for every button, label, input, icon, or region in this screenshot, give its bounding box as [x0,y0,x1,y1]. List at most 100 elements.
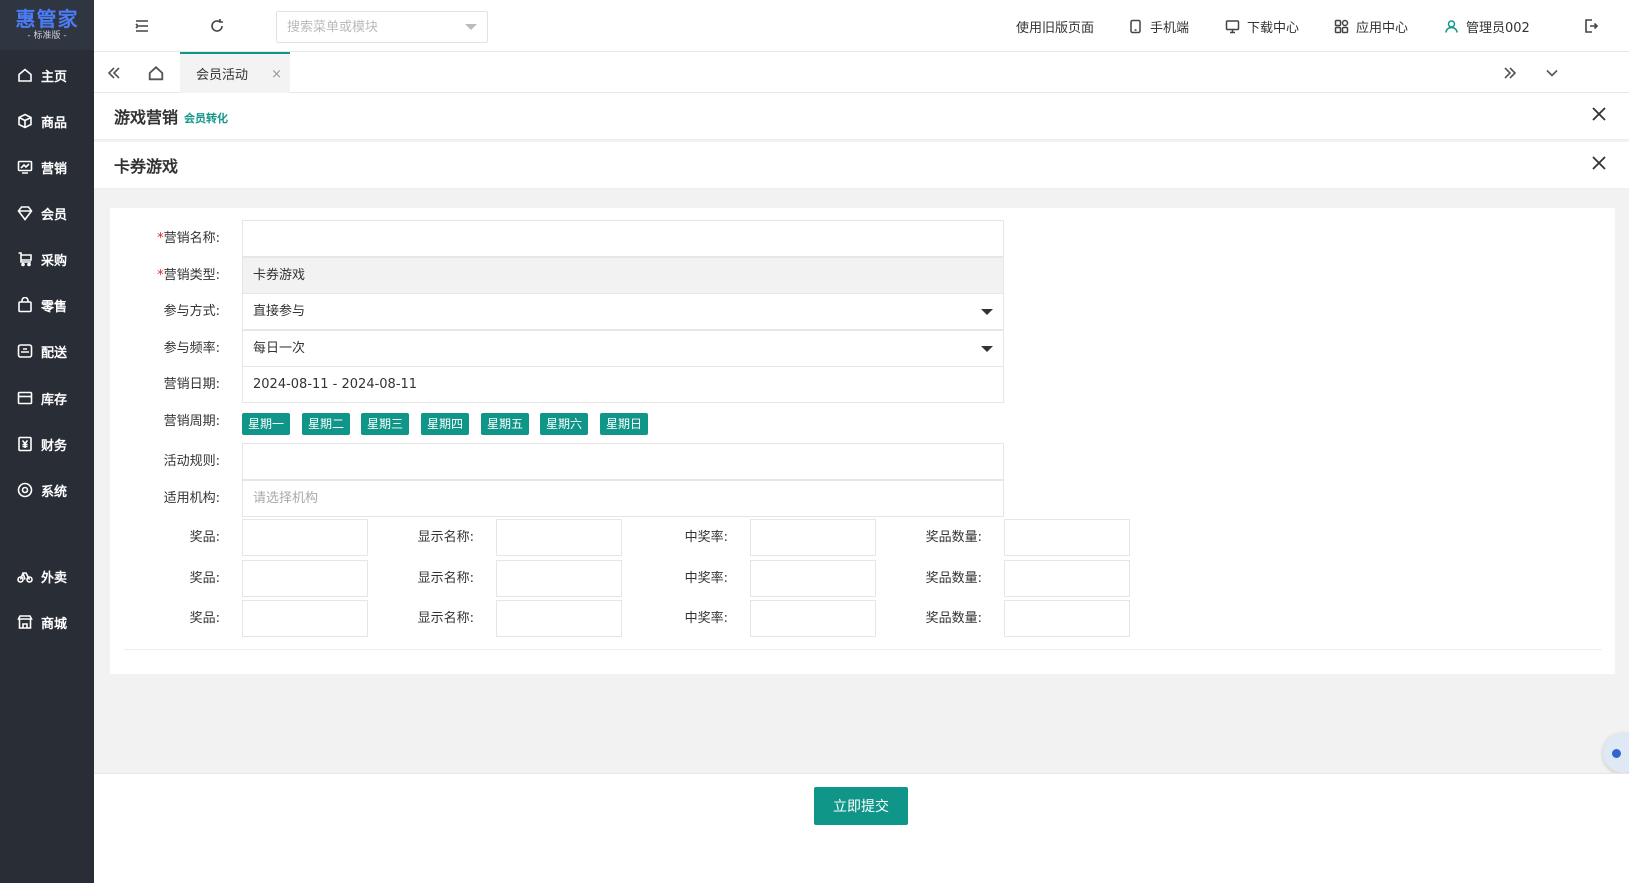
win-rate-label: 中奖率: [684,611,728,626]
old-version-link[interactable]: 使用旧版页面 [1016,17,1094,36]
sidebar-item-marketing[interactable]: 营销 [0,147,94,187]
prize-quantity-input[interactable] [1004,600,1130,637]
day-tag-sunday[interactable]: 星期日 [600,413,649,435]
day-tag-tuesday[interactable]: 星期二 [302,413,351,435]
org-label: 适用机构: [163,491,220,506]
prize-quantity-label: 奖品数量: [925,530,982,545]
tabs-scroll-left-icon[interactable] [94,52,134,93]
sidebar-item-label: 外卖 [41,570,68,586]
display-name-input[interactable] [496,519,622,556]
mobile-link[interactable]: 手机端 [1128,17,1189,36]
participation-mode-select[interactable]: 直接参与 [242,293,1004,330]
day-tag-wednesday[interactable]: 星期三 [361,413,410,435]
sidebar-item-takeout[interactable]: 外卖 [0,556,94,596]
download-center-link[interactable]: 下载中心 [1225,17,1300,36]
day-tag-saturday[interactable]: 星期六 [540,413,589,435]
display-name-input[interactable] [496,600,622,637]
sidebar-item-home[interactable]: 主页 [0,55,94,95]
sidebar-item-delivery[interactable]: 配送 [0,331,94,371]
name-label-text: 营销名称: [163,231,220,246]
sidebar-item-mall[interactable]: 商城 [0,602,94,642]
box-icon [18,113,32,129]
diamond-icon [17,206,33,221]
footer-bar: 立即提交 [94,773,1629,883]
sidebar-item-member[interactable]: 会员 [0,193,94,233]
prize-quantity-label: 奖品数量: [925,571,982,586]
sidebar-item-finance[interactable]: 财务 [0,424,94,464]
assistant-icon [1612,749,1621,758]
win-rate-input[interactable] [750,519,876,556]
close-icon[interactable] [1591,106,1609,124]
frequency-label: 参与频率: [163,341,220,356]
sidebar-item-goods[interactable]: 商品 [0,101,94,141]
organization-select[interactable]: 请选择机构 [242,480,1004,517]
bike-icon [17,572,33,583]
section-title: 卡券游戏 [114,157,179,176]
close-icon[interactable] [1591,155,1609,173]
sidebar-item-label: 营销 [41,161,68,177]
prize-input[interactable] [242,560,368,597]
monitor-icon [1225,19,1240,33]
logout-icon[interactable] [1582,17,1600,35]
user-menu[interactable]: 管理员002 [1444,17,1530,36]
download-label: 下载中心 [1247,20,1300,36]
sidebar-item-inventory[interactable]: 库存 [0,378,94,418]
chart-icon [17,160,33,174]
sidebar-item-purchase[interactable]: 采购 [0,239,94,279]
chevron-down-icon[interactable] [465,24,477,30]
sidebar-item-label: 库存 [41,392,68,408]
game-marketing-header: 游戏营销 会员转化 [94,93,1629,140]
assistant-bubble[interactable] [1603,733,1629,773]
sidebar-item-label: 系统 [41,484,68,500]
day-tag-friday[interactable]: 星期五 [481,413,530,435]
search-input[interactable] [277,12,457,42]
prize-quantity-input[interactable] [1004,519,1130,556]
day-tag-monday[interactable]: 星期一 [242,413,291,435]
mode-label: 参与方式: [163,304,220,319]
cart-icon [18,252,32,267]
participation-mode-value: 直接参与 [253,304,306,319]
home-icon [18,68,32,82]
sidebar-item-label: 零售 [41,299,68,315]
app-center-label: 应用中心 [1356,20,1409,36]
divider [124,649,1602,650]
activity-rule-input[interactable] [242,443,1004,480]
win-rate-input[interactable] [750,560,876,597]
tab-member-activity[interactable]: 会员活动 × [180,52,290,93]
sidebar-item-system[interactable]: 系统 [0,470,94,510]
marketing-date-range-input[interactable]: 2024-08-11 - 2024-08-11 [242,366,1004,403]
chevron-down-icon [981,346,993,352]
close-icon[interactable]: × [271,67,282,82]
sidebar-item-retail[interactable]: 零售 [0,285,94,325]
menu-toggle-icon[interactable] [133,17,151,35]
prize-input[interactable] [242,519,368,556]
page-title: 游戏营销 [114,108,179,127]
prize-quantity-label: 奖品数量: [925,611,982,626]
display-name-label: 显示名称: [417,611,474,626]
date-label: 营销日期: [163,377,220,392]
day-tag-thursday[interactable]: 星期四 [421,413,470,435]
display-name-input[interactable] [496,560,622,597]
tabs-more-icon[interactable] [1532,52,1572,93]
participation-frequency-value: 每日一次 [253,341,306,356]
target-icon [17,482,33,498]
tabs-bar: 会员活动 × [94,52,1629,93]
prize-quantity-input[interactable] [1004,560,1130,597]
sidebar-item-label: 商城 [41,616,68,632]
submit-button[interactable]: 立即提交 [814,787,908,825]
marketing-name-input[interactable] [242,220,1004,257]
win-rate-input[interactable] [750,600,876,637]
search-select[interactable] [276,11,488,43]
refresh-icon[interactable] [208,17,226,35]
inventory-icon [17,391,33,405]
tab-label: 会员活动 [196,68,249,83]
bag-icon [18,297,32,313]
home-tab-icon[interactable] [136,52,176,93]
participation-frequency-select[interactable]: 每日一次 [242,330,1004,367]
prize-input[interactable] [242,600,368,637]
truck-icon [17,344,33,358]
logo[interactable]: 惠管家 - 标准版 - [0,0,94,50]
tabs-scroll-right-icon[interactable] [1490,52,1530,93]
app-center-link[interactable]: 应用中心 [1334,17,1409,36]
prize-label: 奖品: [189,611,220,626]
